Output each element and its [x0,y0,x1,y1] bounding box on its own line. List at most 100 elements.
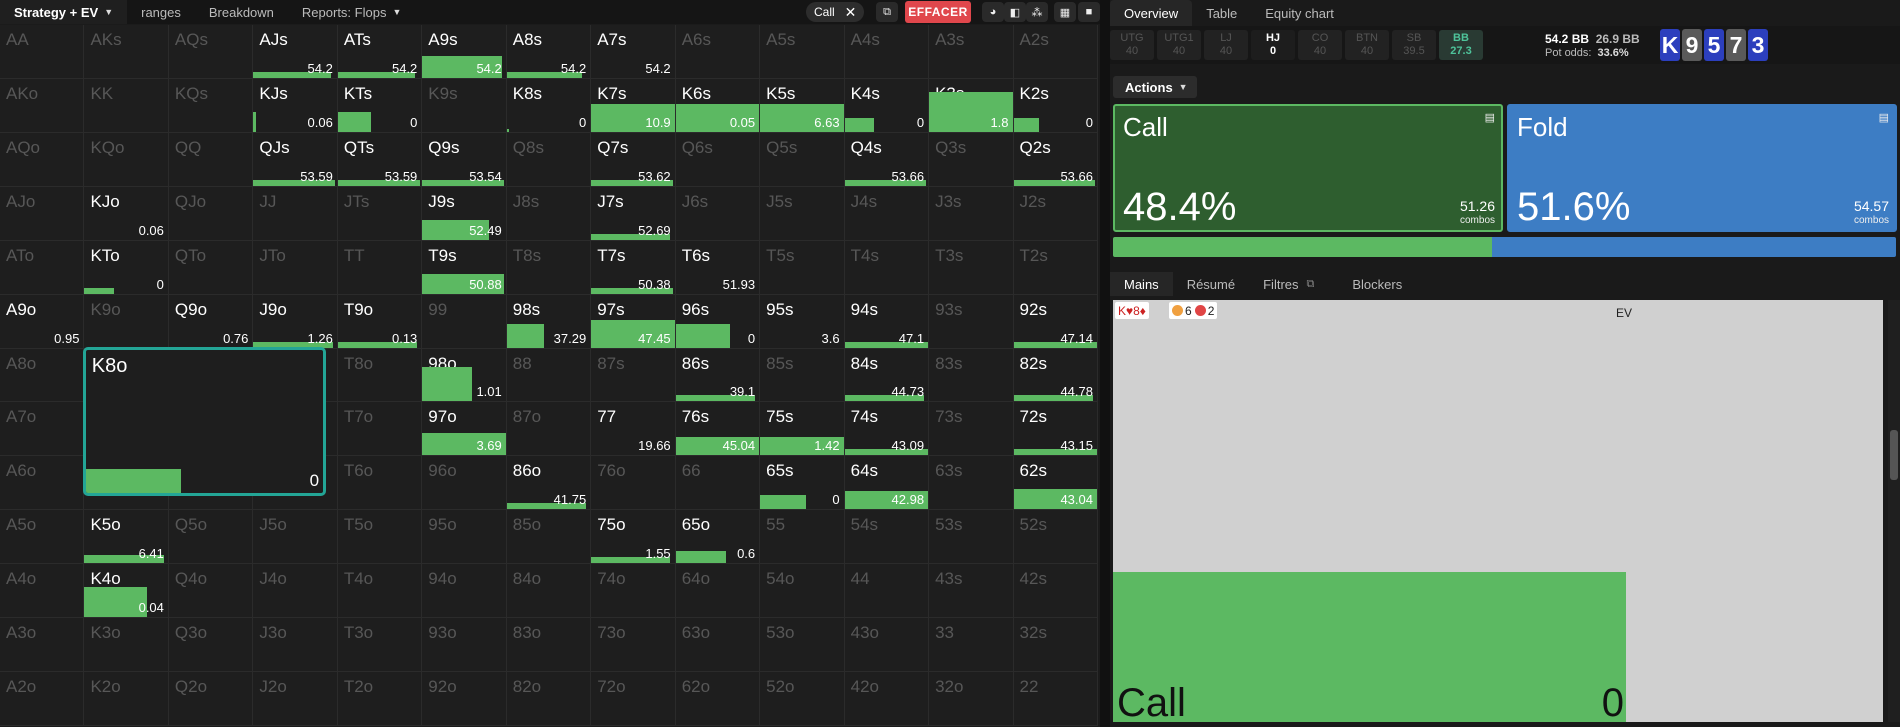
hand-cell-Q2o[interactable]: Q2o [168,672,254,726]
hand-cell-J6s[interactable]: J6s [675,186,761,241]
hand-cell-T5s[interactable]: T5s [760,240,845,295]
hand-cell-86s[interactable]: 86s 39.1 [675,348,761,403]
hand-cell-T8s[interactable]: T8s [506,240,592,295]
hand-cell-J3o[interactable]: J3o [253,618,338,673]
copy-icon[interactable]: ⧉ [876,2,898,22]
tab-reports-flops[interactable]: Reports: Flops ▼ [288,0,415,24]
tab-resume[interactable]: Résumé [1173,272,1249,296]
hand-cell-62s[interactable]: 62s 43.04 [1013,456,1098,511]
hand-cell-ATo[interactable]: ATo [0,240,85,295]
hand-cell-AJs[interactable]: AJs 54.2 [253,25,338,79]
hand-cell-ATs[interactable]: ATs 54.2 [337,25,423,79]
hand-cell-74o[interactable]: 74o [591,564,676,619]
hand-cell-T3o[interactable]: T3o [337,618,423,673]
hand-cell-Q7s[interactable]: Q7s 53.62 [591,132,676,187]
hand-cell-42o[interactable]: 42o [844,672,930,726]
square-icon[interactable]: ■ [1078,2,1100,22]
hand-cell-87o[interactable]: 87o [506,402,592,457]
hand-cell-T3s[interactable]: T3s [929,240,1014,295]
hand-cell-96s[interactable]: 96s 0 [675,294,761,349]
hand-cell-53s[interactable]: 53s [929,510,1014,565]
hand-cell-72o[interactable]: 72o [591,672,676,726]
hand-cell-KK[interactable]: KK [84,78,169,133]
hand-cell-J8s[interactable]: J8s [506,186,592,241]
panel-divider[interactable] [1100,0,1110,727]
hand-cell-K4s[interactable]: K4s 0 [844,78,930,133]
hand-cell-A9o[interactable]: A9o 0.95 [0,294,85,349]
hand-cell-A4o[interactable]: A4o [0,564,85,619]
hand-cell-Q4o[interactable]: Q4o [168,564,254,619]
hand-cell-T7o[interactable]: T7o [337,402,423,457]
hand-cell-55[interactable]: 55 [760,510,845,565]
hand-cell-J5s[interactable]: J5s [760,186,845,241]
hand-cell-T2o[interactable]: T2o [337,672,423,726]
hand-cell-74s[interactable]: 74s 43.09 [844,402,930,457]
hand-cell-62o[interactable]: 62o [675,672,761,726]
hand-cell-73s[interactable]: 73s [929,402,1014,457]
hand-cell-86o[interactable]: 86o 41.75 [506,456,592,511]
hand-cell-52s[interactable]: 52s [1013,510,1098,565]
hand-cell-Q9o[interactable]: Q9o 0.76 [168,294,254,349]
hand-cell-J7s[interactable]: J7s 52.69 [591,186,676,241]
hand-cell-84s[interactable]: 84s 44.73 [844,348,930,403]
scrollbar[interactable] [1888,300,1900,722]
hand-cell-A3o[interactable]: A3o [0,618,85,673]
hand-cell-88[interactable]: 88 [506,348,592,403]
hand-cell-63o[interactable]: 63o [675,618,761,673]
hand-cell-K9o[interactable]: K9o [84,294,169,349]
hand-cell-T8o[interactable]: T8o [337,348,423,403]
hand-cell-95s[interactable]: 95s 3.6 [760,294,845,349]
actions-dropdown[interactable]: Actions ▼ [1113,76,1197,98]
hand-cell-J9o[interactable]: J9o 1.26 [253,294,338,349]
hand-cell-AJo[interactable]: AJo [0,186,85,241]
hand-cell-QTo[interactable]: QTo [168,240,254,295]
position-co[interactable]: CO 40 [1298,30,1342,60]
action-filter-chip[interactable]: Call ✕ [806,2,865,22]
hand-cell-A2s[interactable]: A2s [1013,25,1098,79]
tab-strategy-ev[interactable]: Strategy + EV ▼ [0,0,128,24]
hand-cell-87s[interactable]: 87s [591,348,676,403]
hand-cell-K7s[interactable]: K7s 10.9 [591,78,676,133]
hand-cell-44[interactable]: 44 [844,564,930,619]
hand-cell-63s[interactable]: 63s [929,456,1014,511]
hand-cell-A2o[interactable]: A2o [0,672,85,726]
hand-cell-AQo[interactable]: AQo [0,132,85,187]
hand-cell-94o[interactable]: 94o [422,564,507,619]
hand-cell-K9s[interactable]: K9s [422,78,507,133]
hand-cell-A6o[interactable]: A6o [0,456,85,511]
hand-cell-98s[interactable]: 98s 37.29 [506,294,592,349]
clear-button[interactable]: EFFACER [905,1,971,23]
hand-cell-K8o[interactable]: K8o 0 [82,346,327,497]
hand-cell-54s[interactable]: 54s [844,510,930,565]
hand-cell-AA[interactable]: AA [0,25,85,79]
hand-cell-AQs[interactable]: AQs [168,25,254,79]
hand-cell-T6s[interactable]: T6s 51.93 [675,240,761,295]
position-utg1[interactable]: UTG1 40 [1157,30,1201,60]
hand-cell-A6s[interactable]: A6s [675,25,761,79]
hand-cell-64o[interactable]: 64o [675,564,761,619]
hand-cell-92o[interactable]: 92o [422,672,507,726]
hand-cell-54o[interactable]: 54o [760,564,845,619]
hand-cell-42s[interactable]: 42s [1013,564,1098,619]
hand-cell-A5o[interactable]: A5o [0,510,85,565]
tab-overview[interactable]: Overview [1110,0,1193,26]
hand-cell-J4o[interactable]: J4o [253,564,338,619]
hand-cell-KTo[interactable]: KTo 0 [84,240,169,295]
tab-equity-chart[interactable]: Equity chart [1251,0,1348,26]
hand-cell-73o[interactable]: 73o [591,618,676,673]
hand-cell-A7o[interactable]: A7o [0,402,85,457]
hand-cell-KJo[interactable]: KJo 0.06 [84,186,169,241]
hand-cell-A9s[interactable]: A9s 54.2 [422,25,507,79]
hand-cell-83s[interactable]: 83s [929,348,1014,403]
compress-icon[interactable]: ⁂ [1026,2,1048,22]
tab-table[interactable]: Table [1192,0,1251,26]
hand-cell-T9s[interactable]: T9s 50.88 [422,240,507,295]
hand-cell-Q4s[interactable]: Q4s 53.66 [844,132,930,187]
hand-cell-65o[interactable]: 65o 0.6 [675,510,761,565]
hand-cell-K5o[interactable]: K5o 6.41 [84,510,169,565]
hand-cell-64s[interactable]: 64s 42.98 [844,456,930,511]
hand-cell-K5s[interactable]: K5s 6.63 [760,78,845,133]
action-card-call[interactable]: Call ▤ 48.4% 51.26 combos [1113,104,1503,232]
hand-cell-32s[interactable]: 32s [1013,618,1098,673]
hand-cell-KTs[interactable]: KTs 0 [337,78,423,133]
